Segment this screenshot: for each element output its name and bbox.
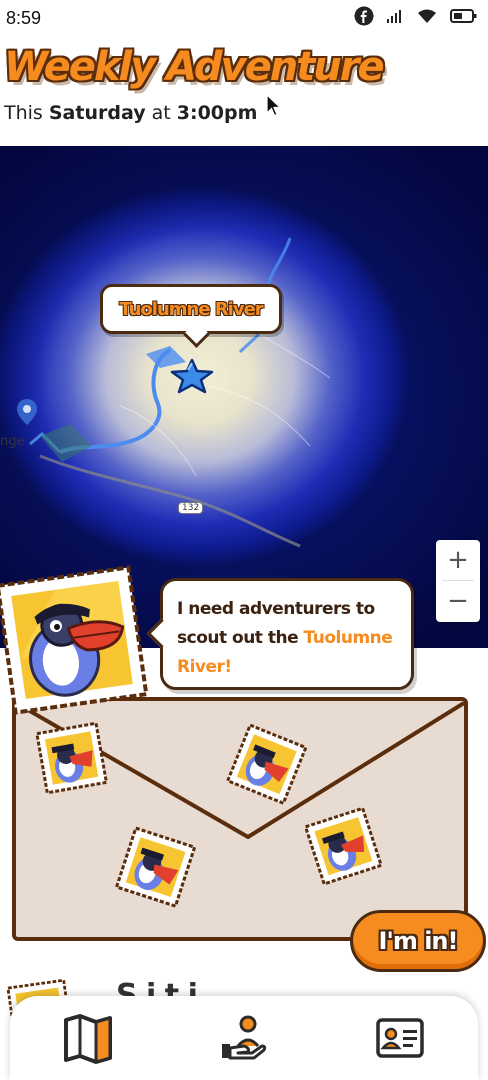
status-bar: 8:59 (0, 0, 488, 36)
header: Weekly Adventure This Saturday at 3:00pm (0, 36, 488, 146)
nav-profile[interactable] (370, 1008, 430, 1068)
map-place-text: nge (0, 434, 25, 449)
page-title: Weekly Adventure (4, 44, 385, 90)
location-callout[interactable]: Tuolumne River (100, 284, 282, 334)
star-marker-icon[interactable] (168, 358, 216, 398)
map-zoom-controls: + − (436, 540, 480, 622)
status-icons (354, 6, 478, 30)
zoom-in-button[interactable]: + (436, 540, 480, 580)
location-label: Tuolumne River (119, 298, 263, 320)
bottom-nav (10, 996, 478, 1080)
nav-map[interactable] (58, 1008, 118, 1068)
volunteer-hand-icon (222, 1015, 267, 1060)
status-time: 8:59 (6, 7, 42, 28)
map-icon (64, 1014, 112, 1064)
road-shield: 132 (178, 502, 204, 514)
zoom-out-button[interactable]: − (436, 581, 480, 621)
mascot-message: I need adventurers to scout out the Tuol… (177, 595, 401, 682)
map-pin-icon (16, 398, 38, 430)
facebook-icon (354, 6, 374, 30)
signal-icon (386, 8, 404, 28)
subtitle-prefix: This (4, 102, 49, 124)
subtitle-mid: at (145, 102, 177, 124)
mouse-cursor-icon (266, 94, 282, 117)
event-time-subtitle: This Saturday at 3:00pm (4, 102, 257, 124)
wifi-icon (416, 7, 438, 29)
id-card-icon (376, 1018, 424, 1058)
battery-icon (450, 8, 478, 28)
im-in-button[interactable]: I'm in! (350, 910, 486, 972)
mascot-avatar (0, 563, 151, 717)
im-in-label: I'm in! (378, 927, 459, 955)
stamp-icon (35, 721, 110, 799)
subtitle-day: Saturday (48, 102, 146, 124)
subtitle-time: 3:00pm (176, 102, 258, 124)
mascot-speech-bubble: I need adventurers to scout out the Tuol… (160, 578, 414, 690)
nav-volunteer[interactable] (214, 1008, 274, 1068)
